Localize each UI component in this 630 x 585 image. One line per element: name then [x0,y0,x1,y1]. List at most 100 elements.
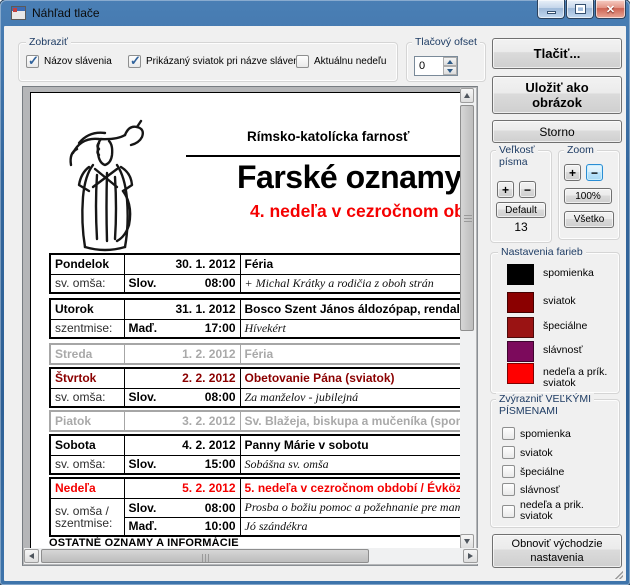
preview-panel: Rímsko-katolícka farnosť Farské oznamy 4… [22,86,478,566]
thumb-grip-icon [205,554,206,562]
zoom-100-button[interactable]: 100% [564,188,612,204]
mass-label-cell: sv. omša /szentmise: [50,498,124,536]
resize-grip[interactable] [615,571,623,579]
day-group-piatok: Piatok3. 2. 2012Sv. Blažeja, biskupa a m… [49,410,461,432]
color-settings-title: Nastavenia farieb [498,246,586,258]
color-swatch-sviatok[interactable] [507,292,534,313]
spinner-up-button[interactable] [443,57,457,66]
lang-cell: Slov. [129,276,157,290]
color-label: spomienka [543,264,594,279]
arrow-down-icon [464,539,470,544]
zoom-out-button[interactable]: − [586,164,603,181]
mass-label-cell: sv. omša: [50,274,124,293]
print-button[interactable]: Tlačiť... [492,38,622,69]
color-swatch-specialne[interactable] [507,317,534,338]
checkbox-label: Prikázaný sviatok pri názve slávenia [146,56,307,67]
horizontal-scroll-thumb[interactable] [41,549,369,563]
scroll-down-button[interactable] [460,534,474,549]
color-label: nedeľa a prík. sviatok [543,363,607,389]
day-cell: Nedeľa [50,478,124,498]
color-swatch-slavnost[interactable] [507,341,534,362]
preview-viewport: Rímsko-katolícka farnosť Farské oznamy 4… [24,88,461,549]
feast-cell: Sv. Blažeja, biskupa a mučeníka (spomien… [240,411,461,431]
font-size-value: 13 [500,220,542,234]
checkbox-icon[interactable] [502,465,515,478]
day-group-sobota: Sobota4. 2. 2012Panny Márie v sobotu sv.… [49,434,461,475]
day-group-nedela: Nedeľa5. 2. 20125. nedeľa v cezročnom ob… [49,477,461,537]
spinner-down-button[interactable] [443,66,457,75]
date-cell: 30. 1. 2012 [124,254,240,274]
checkbox-current-sunday[interactable]: Aktuálnu nedeľu [296,55,386,68]
color-label: sviatok [543,292,576,307]
vertical-scrollbar[interactable] [460,88,476,549]
intention-cell: Hívekért [240,319,461,338]
checkbox-label: spomienka [520,428,571,440]
vertical-scroll-thumb[interactable] [460,105,474,331]
maximize-button[interactable] [566,0,594,19]
checkbox-celebration-name[interactable]: Názov slávenia [26,55,112,68]
bulletin-subtitle: 4. nedeľa v cezročnom období [250,201,461,222]
checkbox-icon[interactable] [26,55,39,68]
save-as-image-button[interactable]: Uložiť ako obrázok [492,76,622,114]
time-cell: 10:00 [205,519,236,533]
zoom-fit-all-button[interactable]: Všetko [564,211,614,228]
scroll-left-button[interactable] [24,549,39,563]
minimize-icon [547,11,556,14]
color-label: špeciálne [543,317,587,332]
date-cell: 31. 1. 2012 [124,299,240,319]
date-cell: 4. 2. 2012 [124,435,240,455]
checkbox-icon[interactable] [502,446,515,459]
feast-cell: Bosco Szent János áldozópap, rendalapító [240,299,461,319]
intention-cell: Prosba o božiu pomoc a požehnanie pre ma… [240,498,461,517]
checkbox-icon[interactable] [502,505,515,518]
intention-cell: Sobášna sv. omša [240,455,461,474]
lang-cell: Maď. [129,519,158,533]
highlight-checkbox-spomienka[interactable]: spomienka [502,427,571,440]
scroll-up-button[interactable] [460,88,474,103]
feast-cell: Panny Márie v sobotu [240,435,461,455]
font-size-increase-button[interactable]: + [497,181,514,198]
highlight-checkbox-sviatok[interactable]: sviatok [502,446,553,459]
scroll-right-button[interactable] [463,549,478,563]
checkbox-label: Názov slávenia [44,56,112,67]
zoom-in-button[interactable]: + [564,164,581,181]
day-group-stvrtok: Štvrtok2. 2. 2012Obetovanie Pána (sviato… [49,367,461,408]
lang-cell: Slov. [129,390,157,404]
print-offset-spinner[interactable]: 0 [414,56,458,76]
good-shepherd-logo [59,113,153,255]
close-button[interactable]: ✕ [595,0,626,19]
intention-cell: Jó szándékra [240,517,461,536]
reset-defaults-button[interactable]: Obnoviť východzie nastavenia [492,534,622,568]
color-row-sviatok: sviatok [507,292,576,313]
day-cell: Streda [50,344,124,364]
highlight-checkbox-nedela[interactable]: nedeľa a prik. sviatok [502,500,584,522]
day-cell: Štvrtok [50,368,124,388]
highlight-checkbox-specialne[interactable]: špeciálne [502,465,564,478]
checkbox-icon[interactable] [296,55,309,68]
checkbox-holy-day[interactable]: Prikázaný sviatok pri názve slávenia [128,55,307,68]
font-size-default-button[interactable]: Default [496,202,546,218]
thumb-grip-icon [464,218,472,219]
color-swatch-nedela[interactable] [507,363,534,384]
color-swatch-spomienka[interactable] [507,264,534,285]
checkbox-icon[interactable] [502,483,515,496]
title-bar[interactable]: Náhľad tlače ✕ [0,0,630,26]
zoom-title: Zoom [564,144,597,156]
date-cell: 2. 2. 2012 [124,368,240,388]
mass-label-cell: szentmise: [50,319,124,338]
window-title: Náhľad tlače [32,6,100,20]
day-group-pondelok: Pondelok30. 1. 2012Féria sv. omša:Slov.0… [49,253,461,294]
day-group-utorok: Utorok31. 1. 2012Bosco Szent János áldoz… [49,298,461,339]
highlight-checkbox-slavnost[interactable]: slávnosť [502,483,560,496]
horizontal-scrollbar[interactable] [24,548,478,564]
checkbox-icon[interactable] [502,427,515,440]
minimize-button[interactable] [537,0,565,19]
mass-label-cell: sv. omša: [50,388,124,407]
intention-cell: + Michal Krátky a rodičia z oboh strán [240,274,461,293]
checkbox-icon[interactable] [128,55,141,68]
font-size-title: Veľkosť písma [496,144,538,168]
date-cell: 3. 2. 2012 [124,411,240,431]
maximize-icon [576,5,585,13]
cancel-button[interactable]: Storno [492,120,622,143]
font-size-decrease-button[interactable]: − [519,181,536,198]
